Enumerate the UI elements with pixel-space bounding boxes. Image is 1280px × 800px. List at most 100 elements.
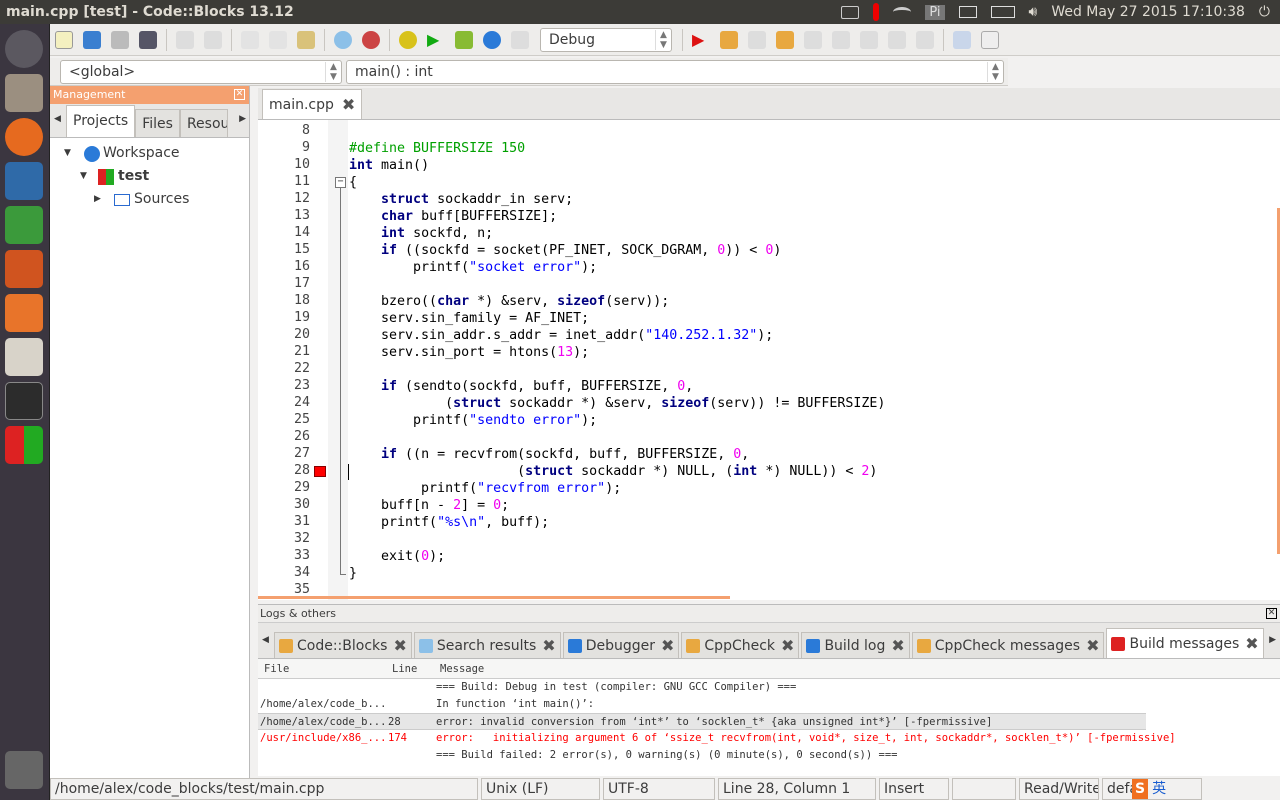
log-row[interactable]: === Build failed: 2 error(s), 0 warning(… xyxy=(258,747,1146,764)
next-instruction-icon[interactable] xyxy=(832,30,850,49)
close-icon[interactable]: ✕ xyxy=(1266,608,1277,619)
wifi-icon[interactable] xyxy=(893,7,912,17)
code-token: buff[n - xyxy=(349,498,454,513)
save-icon[interactable] xyxy=(111,30,129,49)
tab-scroll-left-icon[interactable]: ◀ xyxy=(54,114,61,124)
abort-icon[interactable] xyxy=(511,30,529,49)
breakpoint-icon[interactable] xyxy=(314,466,326,477)
log-row[interactable]: /home/alex/code_b... 28 error: invalid con… xyxy=(258,713,1146,730)
cut-icon[interactable] xyxy=(241,30,259,49)
tab-main-cpp[interactable]: main.cpp ✖ xyxy=(262,89,363,120)
ime-language[interactable]: 英 xyxy=(1152,779,1166,799)
log-row[interactable]: /usr/include/x86_... 174 error: initializi… xyxy=(258,730,1176,747)
redo-icon[interactable] xyxy=(204,30,222,49)
writer-icon[interactable] xyxy=(5,162,43,200)
scope-select[interactable]: <global> ▲ ▼ xyxy=(60,59,342,84)
debug-windows-icon[interactable] xyxy=(953,30,971,49)
calc-icon[interactable] xyxy=(5,206,43,244)
codeblocks-icon[interactable] xyxy=(5,426,43,464)
paste-icon[interactable] xyxy=(297,30,315,49)
step-out-icon[interactable] xyxy=(804,30,822,49)
close-tab-icon[interactable]: ✖ xyxy=(1086,636,1099,655)
replace-icon[interactable] xyxy=(362,30,380,49)
files-icon[interactable] xyxy=(5,74,43,112)
tree-project[interactable]: ▼ test xyxy=(50,165,249,188)
debug-start-icon[interactable]: ▶ xyxy=(692,30,710,49)
tab-scroll-right-icon[interactable]: ▶ xyxy=(239,114,246,124)
close-tab-icon[interactable]: ✖ xyxy=(542,636,555,655)
log-row[interactable]: /home/alex/code_b... In function ‘int mai… xyxy=(258,696,1146,713)
ime-icon[interactable]: S xyxy=(1132,779,1149,799)
column-line[interactable]: Line xyxy=(392,659,417,679)
fold-marker-icon[interactable]: − xyxy=(335,177,346,188)
close-tab-icon[interactable]: ✖ xyxy=(1245,634,1258,653)
info-icon[interactable] xyxy=(981,30,999,49)
undo-icon[interactable] xyxy=(176,30,194,49)
battery-icon[interactable] xyxy=(990,6,1015,18)
line-number: 31 xyxy=(293,514,310,529)
close-tab-icon[interactable]: ✖ xyxy=(891,636,904,655)
terminal-icon[interactable] xyxy=(5,382,43,420)
status-mode: Insert xyxy=(879,778,949,800)
rebuild-icon[interactable] xyxy=(483,30,501,49)
step-into-icon[interactable] xyxy=(776,30,794,49)
close-tab-icon[interactable]: ✖ xyxy=(393,636,406,655)
stop-debug-icon[interactable] xyxy=(916,30,934,49)
new-file-icon[interactable] xyxy=(55,30,73,49)
tab-scroll-left-icon[interactable]: ◀ xyxy=(262,635,269,645)
pi-icon[interactable]: Pi xyxy=(925,4,945,20)
log-row[interactable]: === Build: Debug in test (compiler: GNU … xyxy=(258,679,1146,696)
save-all-icon[interactable] xyxy=(139,30,157,49)
tab-files[interactable]: Files xyxy=(135,109,180,137)
close-tab-icon[interactable]: ✖ xyxy=(342,90,355,120)
power-icon[interactable]: ⏻ xyxy=(1259,4,1270,20)
mail-icon[interactable] xyxy=(958,6,977,18)
ubuntu-dash-icon[interactable] xyxy=(5,30,43,68)
horizontal-scrollbar[interactable] xyxy=(258,596,730,599)
function-select[interactable]: main() : int ▲ ▼ xyxy=(346,59,1004,84)
tab-resources[interactable]: Resou xyxy=(179,109,228,137)
expand-icon[interactable]: ▼ xyxy=(80,165,98,188)
log-tab[interactable]: Debugger ✖ xyxy=(562,632,680,658)
run-icon[interactable]: ▶ xyxy=(427,30,445,49)
expand-icon[interactable]: ▼ xyxy=(64,142,84,165)
log-tab[interactable]: CppCheck messages ✖ xyxy=(911,632,1105,658)
clock[interactable]: Wed May 27 2015 17:10:38 xyxy=(1051,4,1245,20)
close-tab-icon[interactable]: ✖ xyxy=(781,636,794,655)
build-icon[interactable] xyxy=(399,30,417,49)
log-tab[interactable]: Build messages ✖ xyxy=(1106,628,1264,658)
tab-projects[interactable]: Projects xyxy=(66,105,136,137)
copy-icon[interactable] xyxy=(269,30,287,49)
column-message[interactable]: Message xyxy=(440,659,484,679)
status-eol: Unix (LF) xyxy=(481,778,600,800)
column-file[interactable]: File xyxy=(264,659,289,679)
tree-sources[interactable]: ▶ Sources xyxy=(50,188,249,211)
open-icon[interactable] xyxy=(83,30,101,49)
code-editor[interactable]: − 8 9 #define BUFFERSIZE 150 10 int main() 11… xyxy=(258,120,1280,600)
close-tab-icon[interactable]: ✖ xyxy=(661,636,674,655)
firefox-icon[interactable] xyxy=(5,118,43,156)
keyboard-icon[interactable] xyxy=(841,5,860,19)
software-center-icon[interactable] xyxy=(5,294,43,332)
log-tab[interactable]: Code::Blocks ✖ xyxy=(274,632,412,658)
run-to-cursor-icon[interactable] xyxy=(720,30,738,49)
next-line-icon[interactable] xyxy=(748,30,766,49)
build-target-select[interactable]: Debug ▲ ▼ xyxy=(540,27,672,52)
tree-workspace[interactable]: ▼ Workspace xyxy=(50,142,249,165)
trash-icon[interactable] xyxy=(5,751,43,789)
log-tab[interactable]: Build log ✖ xyxy=(801,632,910,658)
volume-icon[interactable]: 🔊︎ xyxy=(1029,4,1038,20)
expand-icon[interactable]: ▶ xyxy=(94,188,114,211)
log-tab[interactable]: CppCheck ✖ xyxy=(681,632,800,658)
tab-scroll-right-icon[interactable]: ▶ xyxy=(1269,635,1276,645)
build-run-icon[interactable] xyxy=(455,30,473,49)
impress-icon[interactable] xyxy=(5,250,43,288)
close-icon[interactable]: ✕ xyxy=(234,89,245,100)
amazon-icon[interactable] xyxy=(5,338,43,376)
step-instruction-icon[interactable] xyxy=(860,30,878,49)
line-number: 34 xyxy=(293,565,310,580)
thermometer-icon[interactable] xyxy=(873,3,880,21)
find-icon[interactable] xyxy=(334,30,352,49)
pause-icon[interactable] xyxy=(888,30,906,49)
log-tab[interactable]: Search results ✖ xyxy=(413,632,561,658)
